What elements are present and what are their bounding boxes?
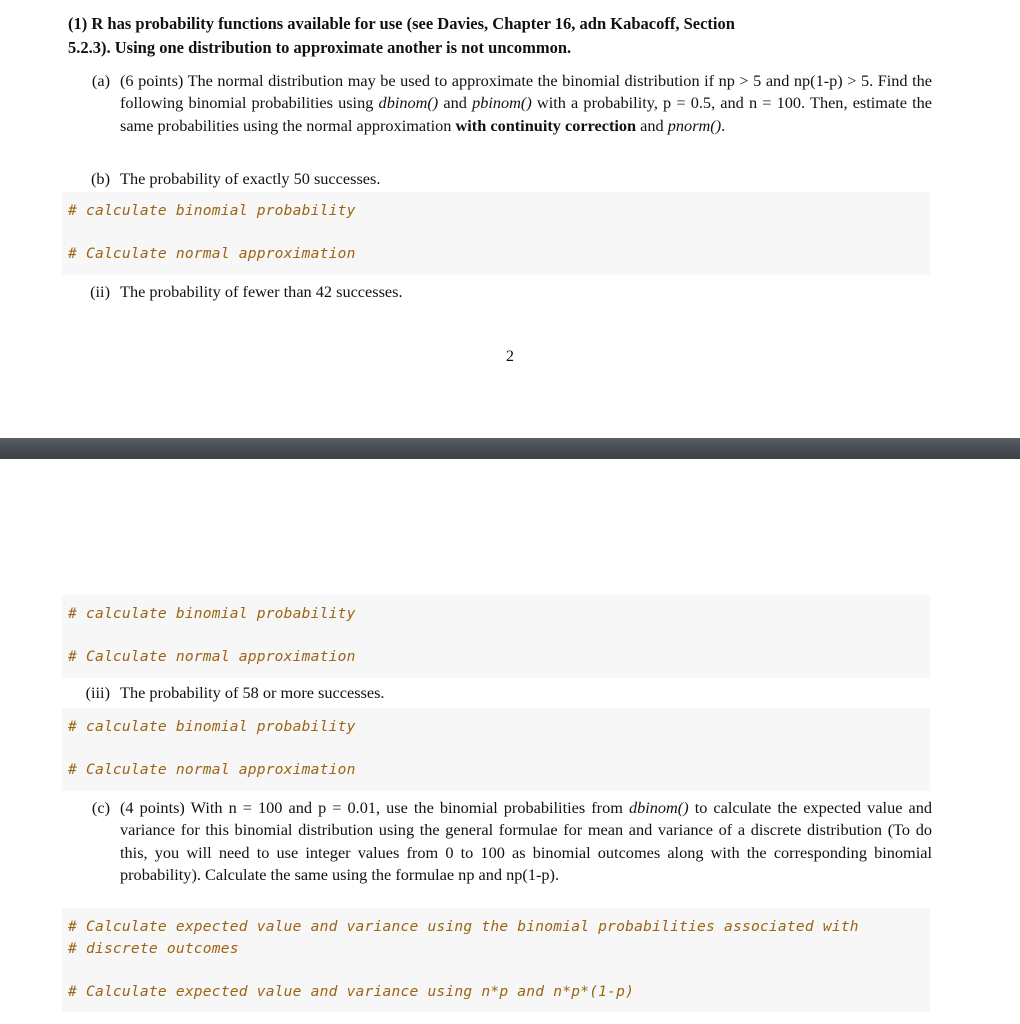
code-line: # Calculate normal approximation [68,648,356,665]
code-block-ii[interactable]: # calculate binomial probability # Calcu… [62,595,930,678]
code-block-iii[interactable]: # calculate binomial probability # Calcu… [62,708,930,791]
code-block-b[interactable]: # calculate binomial probability # Calcu… [62,192,930,275]
page-number-footer: 2 [505,346,515,365]
code-line: # Calculate normal approximation [68,245,356,262]
item-iii: (iii) The probability of 58 or more succ… [72,682,932,704]
item-c-points: (4 points) [120,798,185,817]
item-a-function-pbinom: pbinom() [472,93,532,113]
item-ii-label: (ii) [90,282,110,301]
item-b: (b) The probability of exactly 50 succes… [76,168,932,190]
item-c-seg-1: With n = 100 and p = 0.01, use the binom… [184,798,629,817]
code-line: # Calculate normal approximation [68,761,356,778]
item-c-label: (c) [91,798,110,817]
page-divider-bar [0,438,1020,459]
pdf-page-2: # calculate binomial probability # Calcu… [0,459,1020,1024]
code-line: # calculate binomial probability [68,605,356,622]
item-a: (a) (6 points) The normal distribution m… [76,70,932,137]
code-line: # calculate binomial probability [68,718,356,735]
item-a-seg-2: and [438,93,473,113]
question-1-heading: (1) R has probability functions availabl… [68,12,932,60]
code-line: # calculate binomial probability [68,202,356,219]
item-a-label: (a) [91,71,110,90]
item-c-function-dbinom: dbinom() [628,798,689,817]
item-a-points: (6 points) [120,71,184,90]
item-a-function-pnorm: pnorm() [667,115,722,135]
item-ii: (ii) The probability of fewer than 42 su… [76,281,932,303]
item-a-function-dbinom: dbinom() [378,93,439,113]
code-line: # Calculate expected value and variance … [68,982,635,1000]
question-1-line-1: R has probability functions available fo… [91,14,735,33]
item-b-text: The probability of exactly 50 successes. [120,169,381,188]
item-iii-text: The probability of 58 or more successes. [120,683,385,702]
question-1-line-2: 5.2.3). Using one distribution to approx… [68,38,572,57]
item-a-body: (6 points) The normal distribution may b… [120,70,932,137]
item-iii-label: (iii) [85,683,110,702]
item-a-emphasis-continuity: with continuity correction [455,115,637,135]
item-b-label: (b) [91,169,110,188]
item-c-body: (4 points) With n = 100 and p = 0.01, us… [120,797,932,887]
item-a-seg-4: and [636,115,668,135]
code-line: # Calculate expected value and variance … [68,918,859,935]
question-1-number: (1) [68,14,88,33]
code-block-c[interactable]: # Calculate expected value and variance … [62,908,930,1012]
item-ii-text: The probability of fewer than 42 success… [120,282,403,301]
pdf-page-1: (1) R has probability functions availabl… [0,0,1020,438]
item-c: (c) (4 points) With n = 100 and p = 0.01… [76,797,932,887]
item-a-seg-5: . [721,115,726,135]
code-line: # discrete outcomes [68,939,239,957]
